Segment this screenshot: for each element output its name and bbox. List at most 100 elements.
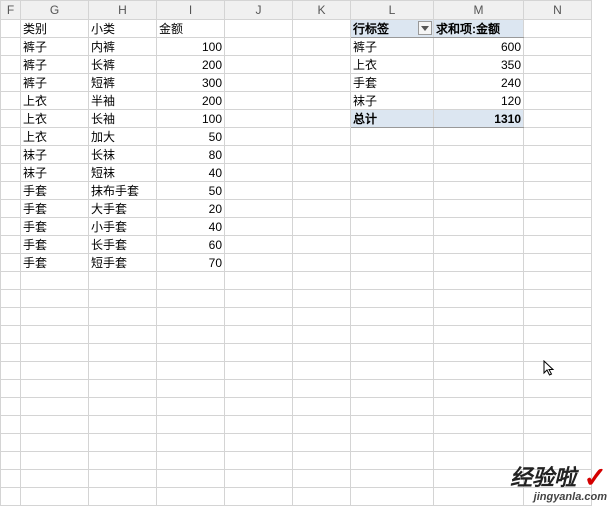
cell[interactable] bbox=[225, 128, 293, 146]
cell[interactable] bbox=[225, 254, 293, 272]
cell[interactable] bbox=[293, 272, 351, 290]
cell[interactable] bbox=[351, 200, 434, 218]
cell[interactable] bbox=[89, 488, 157, 506]
cell[interactable] bbox=[524, 362, 592, 380]
cell[interactable] bbox=[21, 362, 89, 380]
cell[interactable] bbox=[524, 326, 592, 344]
cell[interactable] bbox=[351, 146, 434, 164]
cell-amount[interactable]: 20 bbox=[157, 200, 225, 218]
cell[interactable] bbox=[1, 272, 21, 290]
cell-amount[interactable]: 100 bbox=[157, 38, 225, 56]
cell[interactable] bbox=[293, 398, 351, 416]
cell-subcategory[interactable]: 短袜 bbox=[89, 164, 157, 182]
cell-category[interactable]: 手套 bbox=[21, 236, 89, 254]
cell[interactable] bbox=[293, 488, 351, 506]
pivot-row-label[interactable]: 袜子 bbox=[351, 92, 434, 110]
cell[interactable] bbox=[293, 290, 351, 308]
cell[interactable] bbox=[1, 434, 21, 452]
cell[interactable] bbox=[434, 200, 524, 218]
cell[interactable] bbox=[293, 416, 351, 434]
cell-category[interactable]: 手套 bbox=[21, 182, 89, 200]
cell[interactable] bbox=[225, 146, 293, 164]
col-header-M[interactable]: M bbox=[434, 1, 524, 20]
cell[interactable] bbox=[1, 290, 21, 308]
cell[interactable] bbox=[225, 272, 293, 290]
cell[interactable] bbox=[351, 434, 434, 452]
cell[interactable] bbox=[157, 308, 225, 326]
cell[interactable] bbox=[21, 398, 89, 416]
cell-amount[interactable]: 200 bbox=[157, 92, 225, 110]
cell[interactable] bbox=[1, 128, 21, 146]
cell-category[interactable]: 上衣 bbox=[21, 128, 89, 146]
pivot-total-label[interactable]: 总计 bbox=[351, 110, 434, 128]
pivot-row-value[interactable]: 600 bbox=[434, 38, 524, 56]
cell[interactable] bbox=[89, 308, 157, 326]
cell[interactable] bbox=[293, 20, 351, 38]
col-header-N[interactable]: N bbox=[524, 1, 592, 20]
cell[interactable] bbox=[293, 452, 351, 470]
header-amount[interactable]: 金额 bbox=[157, 20, 225, 38]
cell[interactable] bbox=[225, 38, 293, 56]
cell[interactable] bbox=[21, 308, 89, 326]
cell[interactable] bbox=[293, 218, 351, 236]
cell[interactable] bbox=[89, 344, 157, 362]
cell[interactable] bbox=[434, 398, 524, 416]
cell[interactable] bbox=[225, 452, 293, 470]
cell-category[interactable]: 裤子 bbox=[21, 74, 89, 92]
cell[interactable] bbox=[351, 326, 434, 344]
cell[interactable] bbox=[1, 416, 21, 434]
pivot-row-value[interactable]: 120 bbox=[434, 92, 524, 110]
filter-dropdown-button[interactable] bbox=[418, 21, 432, 35]
pivot-row-label-header[interactable]: 行标签 bbox=[351, 20, 434, 38]
cell[interactable] bbox=[225, 200, 293, 218]
cell[interactable] bbox=[1, 344, 21, 362]
cell[interactable] bbox=[351, 164, 434, 182]
cell[interactable] bbox=[21, 326, 89, 344]
cell[interactable] bbox=[351, 272, 434, 290]
cell[interactable] bbox=[293, 470, 351, 488]
cell[interactable] bbox=[225, 362, 293, 380]
cell[interactable] bbox=[21, 470, 89, 488]
cell-amount[interactable]: 70 bbox=[157, 254, 225, 272]
cell-subcategory[interactable]: 大手套 bbox=[89, 200, 157, 218]
cell[interactable] bbox=[89, 362, 157, 380]
cell[interactable] bbox=[293, 380, 351, 398]
cell[interactable] bbox=[293, 38, 351, 56]
cell[interactable] bbox=[1, 218, 21, 236]
cell[interactable] bbox=[434, 146, 524, 164]
cell[interactable] bbox=[89, 452, 157, 470]
cell[interactable] bbox=[89, 398, 157, 416]
cell[interactable] bbox=[225, 488, 293, 506]
cell[interactable] bbox=[524, 74, 592, 92]
cell[interactable] bbox=[21, 344, 89, 362]
cell[interactable] bbox=[524, 128, 592, 146]
col-header-L[interactable]: L bbox=[351, 1, 434, 20]
cell-amount[interactable]: 300 bbox=[157, 74, 225, 92]
cell[interactable] bbox=[225, 164, 293, 182]
cell[interactable] bbox=[434, 434, 524, 452]
cell-amount[interactable]: 60 bbox=[157, 236, 225, 254]
pivot-sum-header[interactable]: 求和项:金额 bbox=[434, 20, 524, 38]
cell[interactable] bbox=[225, 344, 293, 362]
pivot-row-label[interactable]: 裤子 bbox=[351, 38, 434, 56]
cell[interactable] bbox=[89, 272, 157, 290]
cell[interactable] bbox=[21, 488, 89, 506]
cell-subcategory[interactable]: 抹布手套 bbox=[89, 182, 157, 200]
cell[interactable] bbox=[293, 92, 351, 110]
col-header-I[interactable]: I bbox=[157, 1, 225, 20]
spreadsheet-grid[interactable]: F G H I J K L M N 类别小类金额行标签求和项:金额裤子内裤100… bbox=[0, 0, 592, 506]
cell[interactable] bbox=[293, 146, 351, 164]
cell-amount[interactable]: 50 bbox=[157, 182, 225, 200]
cell-amount[interactable]: 100 bbox=[157, 110, 225, 128]
cell[interactable] bbox=[293, 254, 351, 272]
cell-subcategory[interactable]: 长袖 bbox=[89, 110, 157, 128]
cell[interactable] bbox=[21, 380, 89, 398]
cell[interactable] bbox=[293, 56, 351, 74]
cell[interactable] bbox=[225, 326, 293, 344]
cell[interactable] bbox=[293, 200, 351, 218]
pivot-row-value[interactable]: 350 bbox=[434, 56, 524, 74]
cell-category[interactable]: 手套 bbox=[21, 218, 89, 236]
cell[interactable] bbox=[524, 182, 592, 200]
cell[interactable] bbox=[21, 434, 89, 452]
cell[interactable] bbox=[524, 272, 592, 290]
